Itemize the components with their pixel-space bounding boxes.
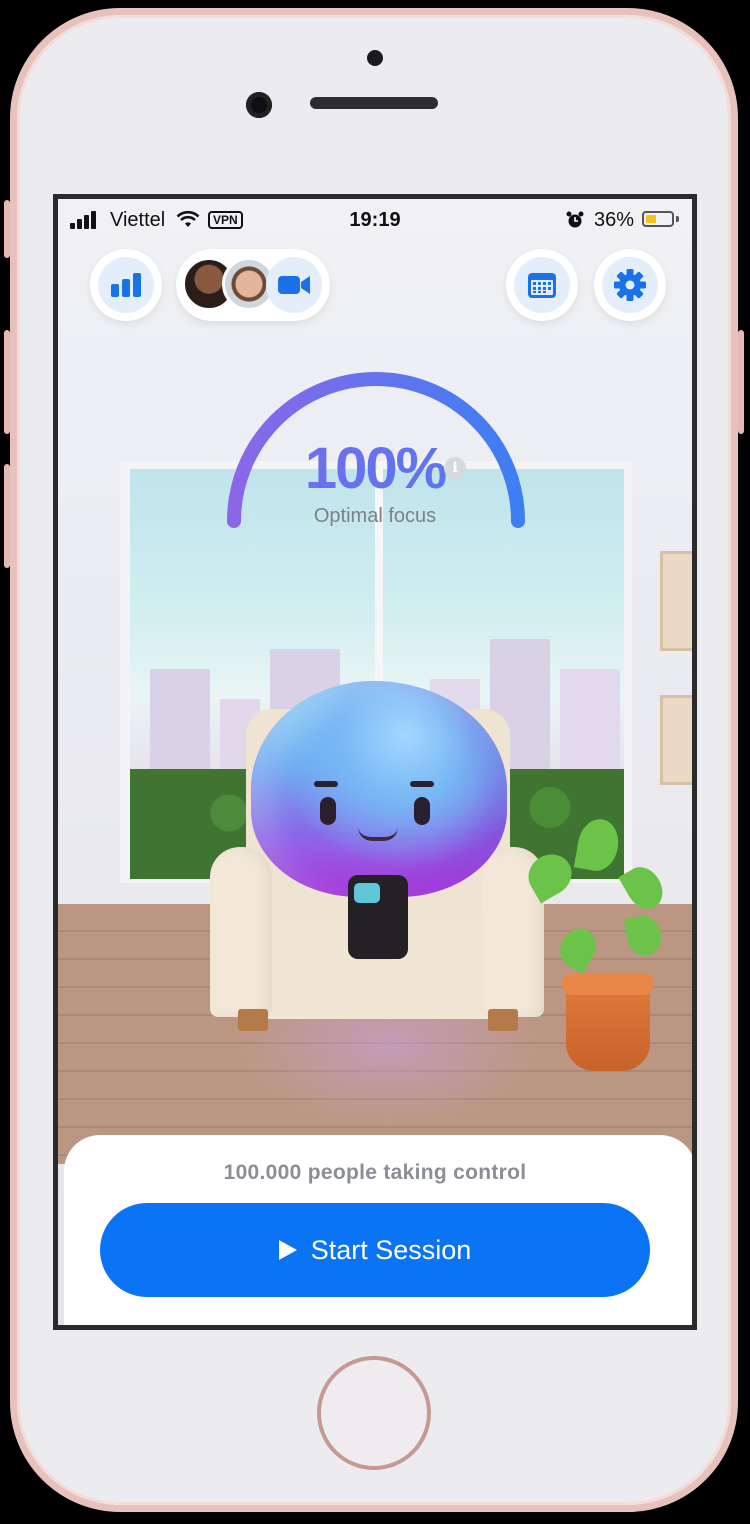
settings-button-bg bbox=[602, 257, 658, 313]
app-screen: Viettel VPN 19:19 36% 100% i Optimal foc… bbox=[53, 194, 697, 1330]
power-button bbox=[738, 330, 744, 434]
proximity-sensor bbox=[367, 50, 383, 66]
settings-button[interactable] bbox=[594, 249, 666, 321]
mascot-brow bbox=[410, 781, 434, 787]
armchair-leg bbox=[488, 1009, 518, 1031]
battery-tip bbox=[676, 216, 679, 222]
play-icon bbox=[278, 1240, 297, 1260]
video-call-button[interactable] bbox=[176, 249, 330, 321]
start-session-label: Start Session bbox=[310, 1234, 472, 1265]
gear-icon bbox=[614, 269, 646, 301]
blob-mascot bbox=[251, 681, 507, 897]
mute-switch bbox=[4, 200, 10, 258]
battery-icon bbox=[642, 211, 674, 227]
focus-label: Optimal focus bbox=[313, 505, 437, 527]
video-camera-icon bbox=[278, 276, 310, 294]
mascot-brow bbox=[314, 781, 338, 787]
calendar-button-bg bbox=[514, 257, 570, 313]
stats-button[interactable] bbox=[90, 249, 162, 321]
volume-down-button bbox=[4, 464, 10, 568]
armchair-arm bbox=[210, 847, 272, 1017]
status-bar: Viettel VPN 19:19 36% bbox=[58, 199, 692, 239]
wall-picture bbox=[660, 695, 692, 785]
bar-chart-icon bbox=[111, 273, 141, 297]
volume-up-button bbox=[4, 330, 10, 434]
stats-button-bg bbox=[98, 257, 154, 313]
people-count-text: 100.000 people taking control bbox=[223, 1161, 527, 1184]
armchair-leg bbox=[238, 1009, 268, 1031]
mascot-eye bbox=[320, 797, 336, 825]
alarm-icon bbox=[566, 211, 584, 228]
video-bubble bbox=[266, 257, 322, 313]
home-button[interactable] bbox=[317, 1356, 431, 1470]
focus-percentage: 100% bbox=[58, 435, 692, 502]
calendar-icon bbox=[528, 273, 556, 298]
calendar-button[interactable] bbox=[506, 249, 578, 321]
front-camera bbox=[246, 92, 272, 118]
mascot-phone-camera bbox=[354, 883, 380, 903]
mascot-eye bbox=[414, 797, 430, 825]
earpiece-speaker bbox=[310, 97, 438, 109]
start-session-button[interactable]: Start Session bbox=[100, 1203, 650, 1297]
plant-pot-rim bbox=[562, 973, 654, 995]
info-icon[interactable]: i bbox=[444, 457, 466, 479]
battery-percent: 36% bbox=[594, 209, 635, 231]
wall-picture bbox=[660, 551, 692, 651]
